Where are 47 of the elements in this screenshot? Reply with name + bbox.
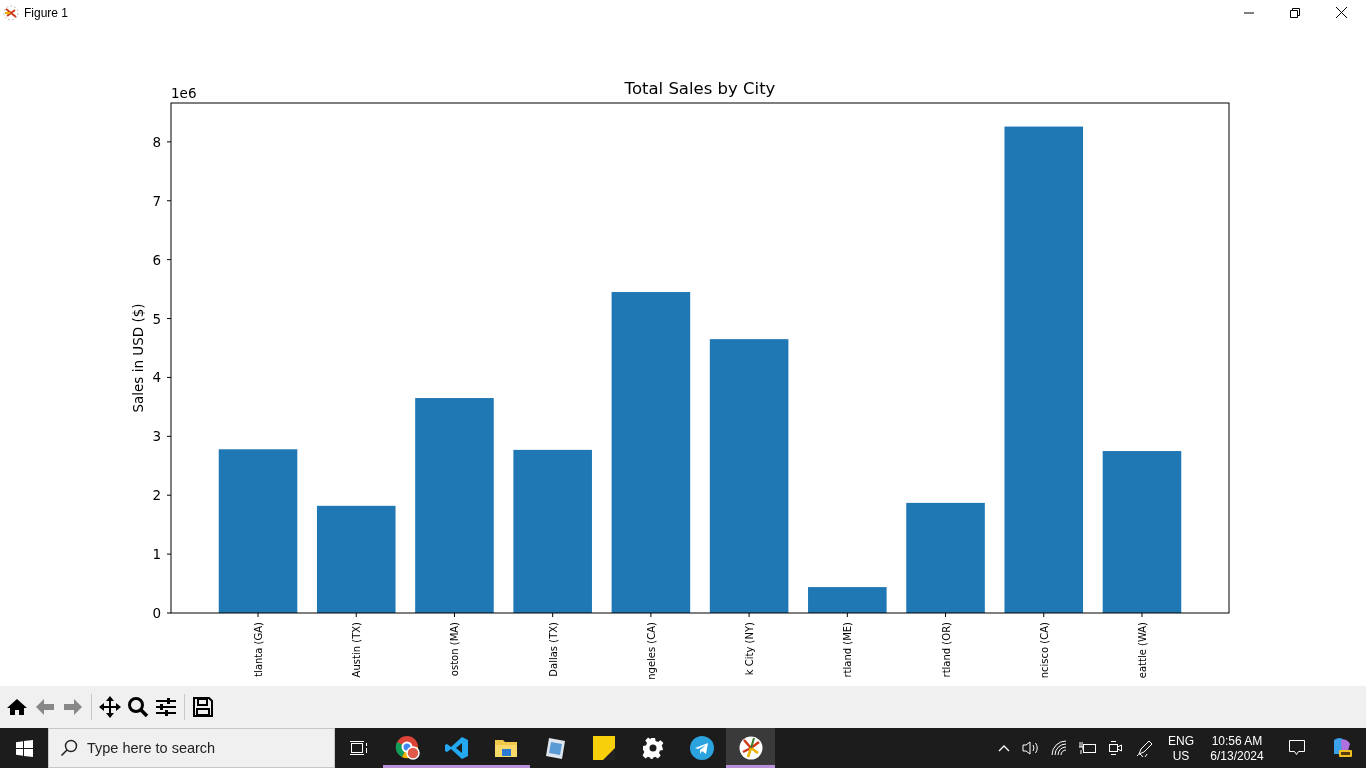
folder-icon bbox=[493, 737, 518, 759]
search-icon bbox=[60, 739, 78, 757]
tick-label: 3 bbox=[152, 428, 161, 445]
windows-icon bbox=[15, 739, 33, 757]
tick-label: rtland (ME) bbox=[842, 622, 854, 678]
tick-label: 0 bbox=[152, 605, 161, 621]
tick-label: k City (NY) bbox=[744, 622, 756, 676]
tick-label: 6 bbox=[152, 251, 161, 268]
restore-icon bbox=[1290, 7, 1300, 18]
close-icon bbox=[1335, 7, 1347, 18]
battery-icon[interactable] bbox=[1076, 741, 1098, 755]
plot-app-icon bbox=[738, 736, 763, 760]
browser-icon bbox=[394, 735, 421, 761]
tick-label: tlanta (GA) bbox=[253, 622, 264, 677]
home-icon bbox=[6, 696, 28, 718]
axis-title: Sales in USD ($) bbox=[130, 303, 146, 413]
tick-label: 2 bbox=[152, 487, 161, 504]
speech-bubble-icon bbox=[1288, 739, 1306, 757]
tick-label: ncisco (CA) bbox=[1038, 622, 1050, 679]
sliders-icon bbox=[155, 696, 177, 718]
chart-title: Total Sales by City bbox=[624, 79, 776, 98]
tick-label: eattle (WA) bbox=[1137, 622, 1148, 679]
search-icon bbox=[127, 696, 149, 718]
task-view-icon bbox=[350, 740, 368, 756]
tick-label: rtland (OR) bbox=[940, 622, 952, 678]
tick-label: ngeles (CA) bbox=[645, 622, 657, 680]
clock[interactable]: 10:56 AM 6/13/2024 bbox=[1204, 734, 1270, 762]
tick-label: oston (MA) bbox=[449, 622, 461, 677]
code-editor-icon bbox=[444, 736, 469, 760]
move-icon bbox=[98, 695, 122, 719]
window-title: Figure 1 bbox=[24, 5, 70, 20]
sticky-note-icon bbox=[592, 736, 615, 760]
tick-label: 5 bbox=[152, 310, 161, 327]
tick-label: 7 bbox=[152, 192, 161, 209]
gear-icon bbox=[641, 737, 664, 759]
tick-label: 4 bbox=[152, 369, 161, 386]
tick-label: 8 bbox=[152, 133, 161, 150]
axis-offset-label: 1e6 bbox=[171, 85, 197, 101]
search-field[interactable]: Type here to search bbox=[48, 728, 335, 768]
tick-label: Dallas (TX) bbox=[547, 622, 559, 677]
paper-plane-icon bbox=[689, 736, 714, 760]
tick-label: Austin (TX) bbox=[351, 622, 363, 678]
language-indicator[interactable]: ENG US bbox=[1164, 734, 1198, 762]
right-arrow-icon bbox=[62, 696, 84, 718]
app-icon bbox=[3, 4, 19, 21]
taskbar-app[interactable] bbox=[726, 728, 775, 768]
tick-label: 1 bbox=[152, 546, 161, 563]
